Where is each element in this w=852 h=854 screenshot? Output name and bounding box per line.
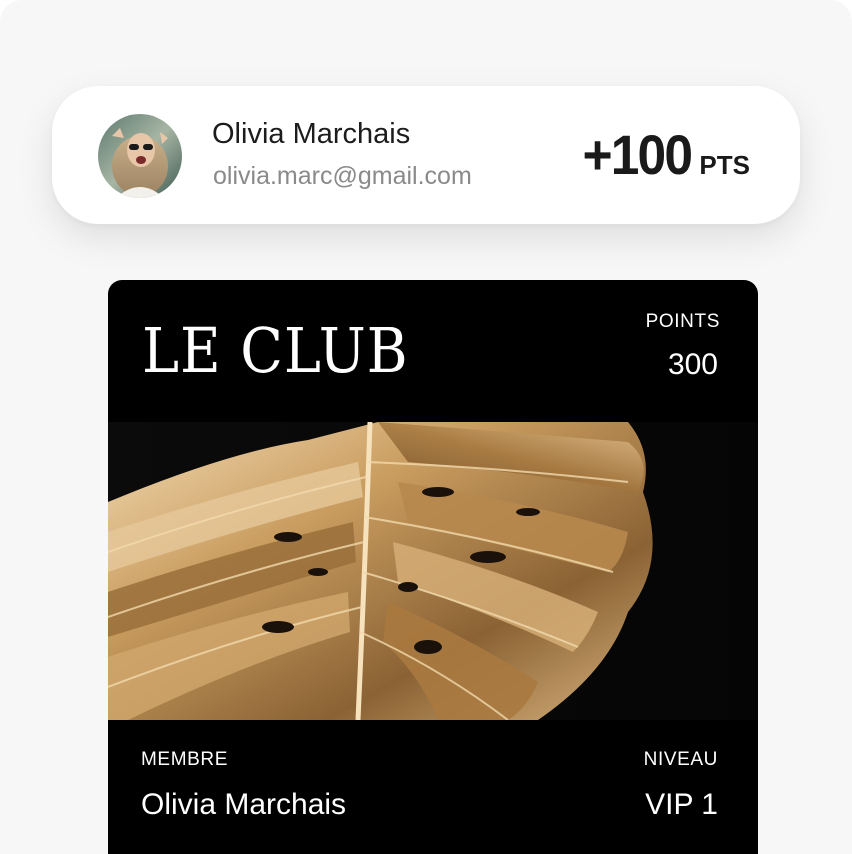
- user-summary-card[interactable]: Olivia Marchais olivia.marc@gmail.com +1…: [52, 86, 800, 224]
- member-label: MEMBRE: [141, 749, 228, 770]
- member-name: Olivia Marchais: [141, 788, 347, 821]
- points-earned-badge: +100 PTS: [573, 122, 750, 186]
- user-name: Olivia Marchais: [212, 118, 411, 150]
- points-value: 300: [667, 348, 718, 381]
- app-screen: Olivia Marchais olivia.marc@gmail.com +1…: [0, 0, 852, 854]
- level-label: NIVEAU: [643, 749, 718, 770]
- avatar-photo: [98, 114, 182, 198]
- points-earned-value: +100: [582, 123, 694, 186]
- user-email: olivia.marc@gmail.com: [213, 162, 472, 190]
- loyalty-card[interactable]: LE CLUB POINTS 300 MEMBRE Olivia Marchai…: [108, 280, 758, 854]
- level-value: VIP 1: [645, 788, 718, 821]
- club-title: LE CLUB: [142, 314, 409, 387]
- points-label: POINTS: [645, 311, 720, 332]
- golden-leaf-image: [108, 422, 758, 720]
- points-earned-unit: PTS: [699, 150, 750, 180]
- avatar[interactable]: [98, 114, 182, 198]
